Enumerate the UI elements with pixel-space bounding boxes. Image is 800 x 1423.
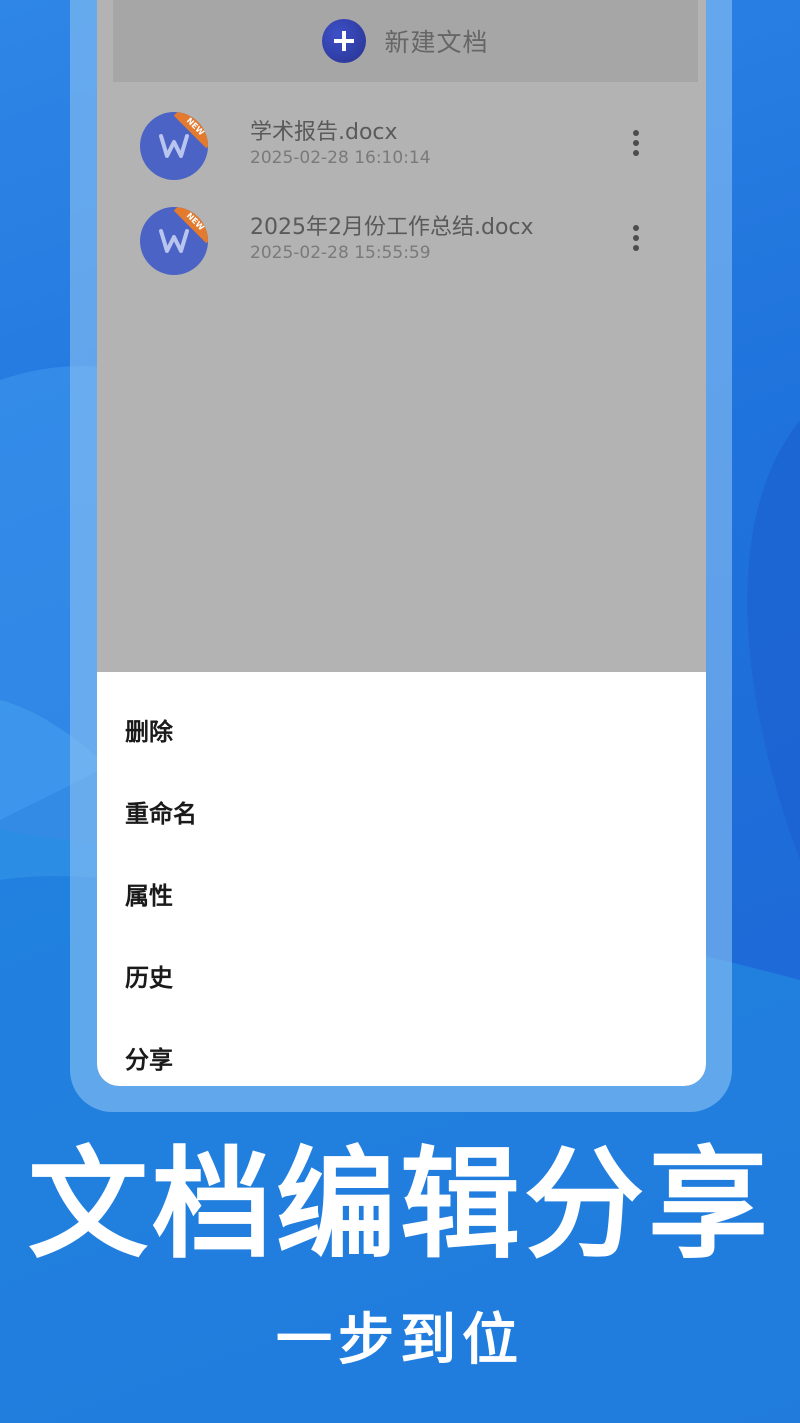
file-name: 学术报告.docx (250, 120, 398, 145)
file-item[interactable]: NEW 学术报告.docx 2025-02-28 16:10:14 (97, 100, 706, 190)
promo-headline: 文档编辑分享 (28, 1136, 772, 1275)
menu-item-share[interactable]: 分享 (125, 1040, 173, 1075)
menu-item-history[interactable]: 历史 (125, 958, 173, 993)
file-item[interactable]: NEW 2025年2月份工作总结.docx 2025-02-28 15:55:5… (97, 195, 706, 285)
word-doc-icon: NEW (140, 207, 208, 275)
more-options-icon[interactable] (625, 223, 647, 259)
file-timestamp: 2025-02-28 16:10:14 (250, 148, 431, 168)
word-doc-icon: NEW (140, 112, 208, 180)
more-options-icon[interactable] (625, 128, 647, 164)
plus-icon (322, 19, 367, 63)
file-timestamp: 2025-02-28 15:55:59 (250, 243, 431, 263)
file-name: 2025年2月份工作总结.docx (250, 215, 534, 240)
app-screen: 新建文档 NEW 学术报告.docx 2025-02-28 16:10:14 N… (97, 0, 706, 1086)
menu-item-delete[interactable]: 删除 (125, 712, 173, 747)
menu-item-rename[interactable]: 重命名 (125, 794, 197, 829)
menu-item-properties[interactable]: 属性 (125, 876, 173, 911)
promo-subline: 一步到位 (276, 1308, 524, 1373)
action-bottom-sheet: 删除 重命名 属性 历史 分享 (97, 672, 706, 1086)
new-document-button[interactable]: 新建文档 (113, 0, 698, 82)
new-document-label: 新建文档 (384, 28, 489, 57)
